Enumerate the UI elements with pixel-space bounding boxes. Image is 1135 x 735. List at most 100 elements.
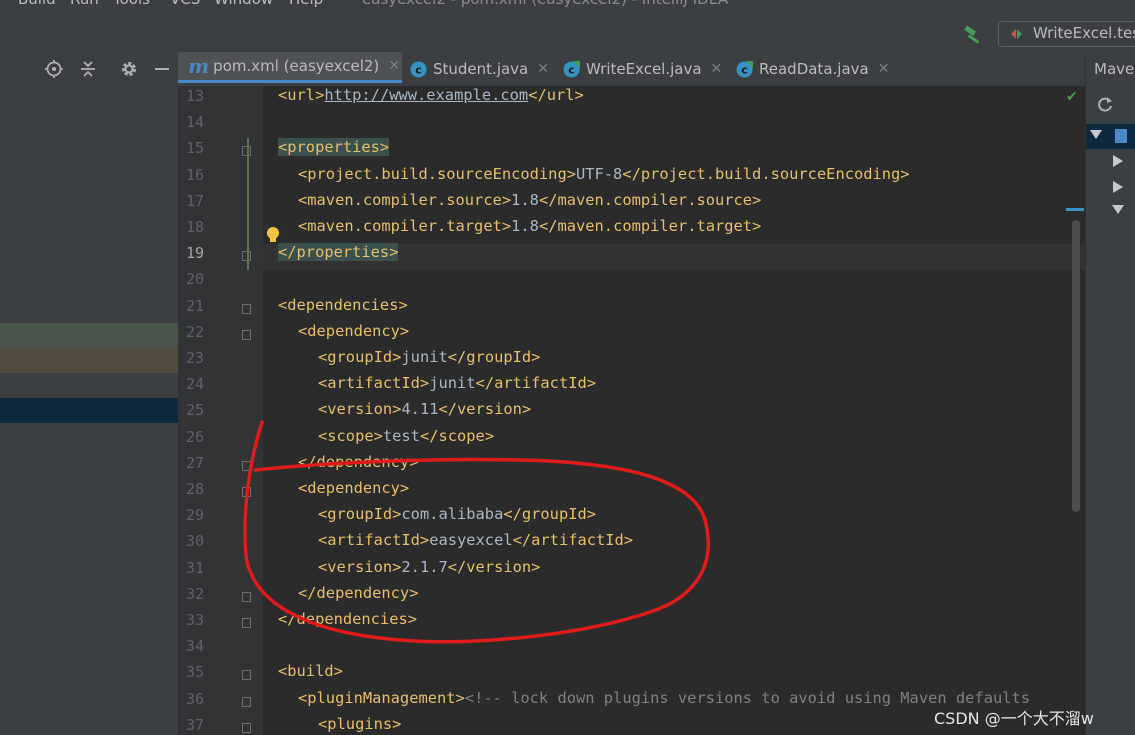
line-number: 22 xyxy=(185,322,204,341)
maven-panel: Maven xyxy=(1085,52,1135,735)
line-number: 31 xyxy=(185,558,204,577)
fold-marker-icon[interactable] xyxy=(242,251,251,262)
fold-marker-icon[interactable] xyxy=(242,146,251,157)
close-icon[interactable]: ✕ xyxy=(711,61,723,77)
vertical-scrollbar[interactable] xyxy=(1072,220,1080,512)
code-line[interactable]: <project.build.sourceEncoding>UTF-8</pro… xyxy=(298,165,910,183)
code-line[interactable]: <scope>test</scope> xyxy=(318,427,494,445)
tab-label: Student.java xyxy=(433,60,529,78)
maven-tree xyxy=(1090,129,1127,214)
line-number: 30 xyxy=(185,532,204,551)
menu-vcs[interactable]: VCS xyxy=(170,0,200,8)
fold-marker-icon[interactable] xyxy=(242,303,251,314)
tab-pom-xml[interactable]: m pom.xml (easyexcel2) ✕ xyxy=(178,52,402,83)
line-number: 19 xyxy=(185,244,204,263)
close-icon[interactable]: ✕ xyxy=(388,58,400,74)
gear-icon[interactable] xyxy=(119,59,139,79)
menu-build[interactable]: Build xyxy=(18,0,56,8)
locate-icon[interactable] xyxy=(44,59,64,79)
line-number: 23 xyxy=(185,349,204,367)
line-number: 29 xyxy=(185,506,204,525)
menu-window[interactable]: Window xyxy=(214,0,273,8)
minimize-icon[interactable] xyxy=(152,59,172,79)
code-line[interactable]: </dependency> xyxy=(298,453,418,471)
menu-help[interactable]: Help xyxy=(289,0,323,8)
code-line[interactable]: </properties> xyxy=(278,243,399,262)
menu-tools[interactable]: Tools xyxy=(113,0,150,8)
code-line[interactable]: <groupId>com.alibaba</groupId> xyxy=(318,505,596,523)
line-number: 34 xyxy=(185,637,204,656)
code-line[interactable]: <version>2.1.7</version> xyxy=(318,558,540,576)
code-line[interactable]: </dependency> xyxy=(298,584,418,602)
line-number: 24 xyxy=(185,375,204,394)
fold-marker-icon[interactable] xyxy=(242,618,251,628)
code-editor[interactable]: 13 <url>http://www.example.com</url> 14 15 <… xyxy=(178,86,1085,735)
code-line[interactable]: <pluginManagement><!-- lock down plugins… xyxy=(298,689,1030,707)
code-line[interactable]: <plugins> xyxy=(318,715,401,733)
code-line[interactable]: <dependency> xyxy=(298,479,409,497)
tree-row-highlight[interactable] xyxy=(0,323,178,348)
fold-marker-icon[interactable] xyxy=(242,696,251,707)
svg-text:c: c xyxy=(415,63,422,76)
vcs-change-marker xyxy=(247,138,249,270)
fold-marker-icon[interactable] xyxy=(242,487,251,497)
code-line[interactable]: <version>4.11</version> xyxy=(318,400,531,418)
line-number: 25 xyxy=(185,401,204,420)
inspection-ok-icon[interactable]: ✔ xyxy=(1066,89,1078,105)
fold-marker-icon[interactable] xyxy=(242,460,251,471)
fold-marker-icon[interactable] xyxy=(242,591,251,602)
code-line[interactable]: <url>http://www.example.com</url> xyxy=(278,86,584,104)
tab-student-java[interactable]: c Student.java ✕ xyxy=(410,52,549,86)
code-line[interactable]: <artifactId>easyexcel</artifactId> xyxy=(318,531,633,549)
line-number: 27 xyxy=(185,453,204,472)
line-number: 20 xyxy=(185,270,204,289)
class-icon: c xyxy=(736,60,753,77)
class-icon: c xyxy=(410,61,427,77)
code-line[interactable]: <maven.compiler.source>1.8</maven.compil… xyxy=(298,191,761,209)
line-number: 13 xyxy=(185,87,204,105)
scroll-marker xyxy=(1066,208,1084,211)
run-config-label: WriteExcel.tes xyxy=(1033,24,1135,42)
line-number: 16 xyxy=(185,165,204,184)
line-number: 36 xyxy=(185,689,204,708)
menu-bar: Build Run Tools VCS Window Help easyexce… xyxy=(0,0,1135,10)
menu-run[interactable]: Run xyxy=(70,0,99,8)
tab-readdata-java[interactable]: c ReadData.java ✕ xyxy=(736,52,889,86)
code-line[interactable]: <groupId>junit</groupId> xyxy=(318,348,540,366)
line-number: 35 xyxy=(185,663,204,682)
fold-marker-icon[interactable] xyxy=(242,670,251,681)
fold-marker-icon[interactable] xyxy=(242,329,251,340)
code-line[interactable]: <artifactId>junit</artifactId> xyxy=(318,374,596,392)
code-line[interactable]: <dependencies> xyxy=(278,296,408,314)
class-icon: c xyxy=(563,60,580,77)
line-number: 18 xyxy=(185,218,204,236)
tree-row-highlight[interactable] xyxy=(0,348,178,373)
line-number: 17 xyxy=(185,191,204,210)
line-number: 32 xyxy=(185,584,204,603)
window-title: easyexcel2 - pom.xml (easyexcel2) - Inte… xyxy=(362,0,728,8)
svg-text:c: c xyxy=(568,63,575,76)
line-number: 14 xyxy=(185,113,204,132)
code-line[interactable]: <properties> xyxy=(278,138,390,157)
line-number: 26 xyxy=(185,427,204,446)
tab-writeexcel-java[interactable]: c WriteExcel.java ✕ xyxy=(563,52,722,86)
tree-row-selected[interactable] xyxy=(0,398,178,423)
line-number: 33 xyxy=(185,611,204,629)
code-line[interactable]: </dependencies> xyxy=(278,610,417,628)
code-line[interactable]: <dependency> xyxy=(298,322,409,340)
line-number: 15 xyxy=(185,139,204,158)
refresh-icon[interactable] xyxy=(1096,95,1114,113)
close-icon[interactable]: ✕ xyxy=(537,61,549,77)
fold-marker-icon[interactable] xyxy=(242,722,251,733)
collapse-all-icon[interactable] xyxy=(78,59,98,79)
close-icon[interactable]: ✕ xyxy=(878,61,890,77)
run-configuration-selector[interactable]: WriteExcel.tes xyxy=(998,21,1135,47)
maven-panel-title: Maven xyxy=(1094,60,1135,78)
run-config-icon xyxy=(1011,29,1022,39)
tab-label: pom.xml (easyexcel2) xyxy=(213,57,380,75)
code-line[interactable]: <maven.compiler.target>1.8</maven.compil… xyxy=(298,217,761,235)
code-line[interactable]: <build> xyxy=(278,662,343,680)
project-panel xyxy=(0,86,178,735)
build-hammer-icon[interactable] xyxy=(962,24,984,46)
lightbulb-icon[interactable] xyxy=(265,226,281,244)
